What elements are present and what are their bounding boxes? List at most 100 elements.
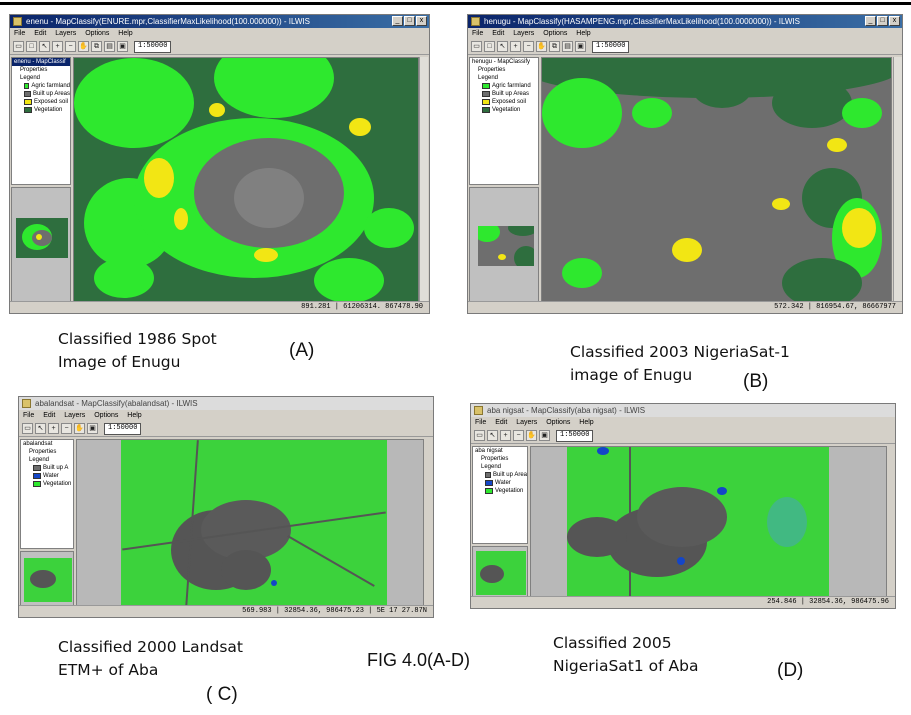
menu-options[interactable]: Options [546, 419, 570, 426]
overview-panel[interactable] [472, 546, 528, 598]
zoom-out-icon[interactable]: − [65, 41, 76, 52]
save-icon[interactable]: ▣ [575, 41, 586, 52]
menu-layers[interactable]: Layers [516, 419, 537, 426]
save-icon[interactable]: ▣ [117, 41, 128, 52]
tree-properties[interactable]: Properties [21, 448, 73, 456]
menu-help[interactable]: Help [579, 419, 593, 426]
menu-edit[interactable]: Edit [34, 30, 46, 37]
open-icon[interactable]: ▭ [22, 423, 33, 434]
zoom-out-icon[interactable]: − [523, 41, 534, 52]
entire-map-icon[interactable]: □ [26, 41, 37, 52]
menu-layers[interactable]: Layers [55, 30, 76, 37]
close-button[interactable]: x [416, 16, 427, 26]
pointer-icon[interactable]: ↖ [39, 41, 50, 52]
menu-edit[interactable]: Edit [492, 30, 504, 37]
save-icon[interactable]: ▣ [539, 430, 550, 441]
tree-root[interactable]: abalandsat [21, 440, 73, 448]
menu-file[interactable]: File [472, 30, 483, 37]
copy-icon[interactable]: ⧉ [549, 41, 560, 52]
minimize-button[interactable]: _ [865, 16, 876, 26]
menu-options[interactable]: Options [85, 30, 109, 37]
pan-icon[interactable]: ✋ [78, 41, 89, 52]
menu-help[interactable]: Help [576, 30, 590, 37]
menu-layers[interactable]: Layers [513, 30, 534, 37]
title-bar[interactable]: enenu - MapClassify(ENURE.mpr,Classifier… [10, 15, 429, 28]
window-c[interactable]: abalandsat - MapClassify(abalandsat) - I… [18, 396, 434, 618]
pan-icon[interactable]: ✋ [536, 41, 547, 52]
menu-options[interactable]: Options [543, 30, 567, 37]
map-view[interactable] [530, 446, 887, 598]
overview-panel[interactable] [11, 187, 71, 303]
overview-thumbnail [24, 558, 72, 602]
minimize-button[interactable]: _ [392, 16, 403, 26]
swatch-agric [24, 83, 30, 89]
tree-root[interactable]: henugu - MapClassify [470, 58, 538, 66]
overview-panel[interactable] [469, 187, 539, 303]
window-controls: _ □ x [865, 16, 900, 26]
pointer-icon[interactable]: ↖ [35, 423, 46, 434]
legend-item-built: Built up Area [473, 471, 527, 479]
title-bar[interactable]: abalandsat - MapClassify(abalandsat) - I… [19, 397, 433, 410]
map-view[interactable] [76, 439, 424, 607]
menu-help[interactable]: Help [127, 412, 141, 419]
zoom-in-icon[interactable]: + [52, 41, 63, 52]
menu-layers[interactable]: Layers [64, 412, 85, 419]
tree-legend[interactable]: Legend [470, 74, 538, 82]
zoom-in-icon[interactable]: + [500, 430, 511, 441]
map-view[interactable] [73, 57, 419, 303]
menu-file[interactable]: File [14, 30, 25, 37]
open-icon[interactable]: ▭ [13, 41, 24, 52]
tree-properties[interactable]: Properties [470, 66, 538, 74]
overview-panel[interactable] [20, 551, 74, 607]
zoom-in-icon[interactable]: + [48, 423, 59, 434]
save-icon[interactable]: ▣ [87, 423, 98, 434]
maximize-button[interactable]: □ [877, 16, 888, 26]
menu-help[interactable]: Help [118, 30, 132, 37]
menu-edit[interactable]: Edit [495, 419, 507, 426]
swatch-built [24, 91, 31, 97]
tree-legend[interactable]: Legend [21, 456, 73, 464]
menu-bar: File Edit Layers Options Help [471, 417, 895, 428]
pointer-icon[interactable]: ↖ [487, 430, 498, 441]
open-icon[interactable]: ▭ [474, 430, 485, 441]
copy-icon[interactable]: ⧉ [91, 41, 102, 52]
menu-edit[interactable]: Edit [43, 412, 55, 419]
menu-options[interactable]: Options [94, 412, 118, 419]
scale-field[interactable]: 1:50000 [104, 422, 142, 435]
vertical-scrollbar[interactable] [419, 57, 428, 303]
menu-file[interactable]: File [23, 412, 34, 419]
zoom-out-icon[interactable]: − [513, 430, 524, 441]
legend-item-agric: Agric farmland [470, 82, 538, 90]
pointer-icon[interactable]: ↖ [497, 41, 508, 52]
scale-field[interactable]: 1:50000 [134, 40, 172, 53]
layer-tree: abalandsat Properties Legend Built up A … [20, 439, 74, 549]
pan-icon[interactable]: ✋ [526, 430, 537, 441]
vertical-scrollbar[interactable] [893, 57, 902, 303]
title-bar[interactable]: aba nigsat - MapClassify(aba nigsat) - I… [471, 404, 895, 417]
swatch-vegetation [33, 481, 41, 487]
entire-map-icon[interactable]: □ [484, 41, 495, 52]
window-d[interactable]: aba nigsat - MapClassify(aba nigsat) - I… [470, 403, 896, 609]
open-icon[interactable]: ▭ [471, 41, 482, 52]
scale-field[interactable]: 1:50000 [556, 429, 594, 442]
print-icon[interactable]: ▤ [104, 41, 115, 52]
map-view[interactable] [541, 57, 892, 303]
tree-root[interactable]: aba nigsat [473, 447, 527, 455]
menu-file[interactable]: File [475, 419, 486, 426]
zoom-out-icon[interactable]: − [61, 423, 72, 434]
maximize-button[interactable]: □ [404, 16, 415, 26]
window-a[interactable]: enenu - MapClassify(ENURE.mpr,Classifier… [9, 14, 430, 314]
zoom-in-icon[interactable]: + [510, 41, 521, 52]
pan-icon[interactable]: ✋ [74, 423, 85, 434]
print-icon[interactable]: ▤ [562, 41, 573, 52]
window-b[interactable]: henugu - MapClassify(HASAMPENG.mpr,Class… [467, 14, 903, 314]
tree-root[interactable]: enenu - MapClassif [12, 58, 70, 66]
close-button[interactable]: x [889, 16, 900, 26]
tree-properties[interactable]: Properties [473, 455, 527, 463]
menu-bar: File Edit Layers Options Help [19, 410, 433, 421]
tree-legend[interactable]: Legend [12, 74, 70, 82]
tree-properties[interactable]: Properties [12, 66, 70, 74]
tree-legend[interactable]: Legend [473, 463, 527, 471]
title-bar[interactable]: henugu - MapClassify(HASAMPENG.mpr,Class… [468, 15, 902, 28]
scale-field[interactable]: 1:50000 [592, 40, 630, 53]
